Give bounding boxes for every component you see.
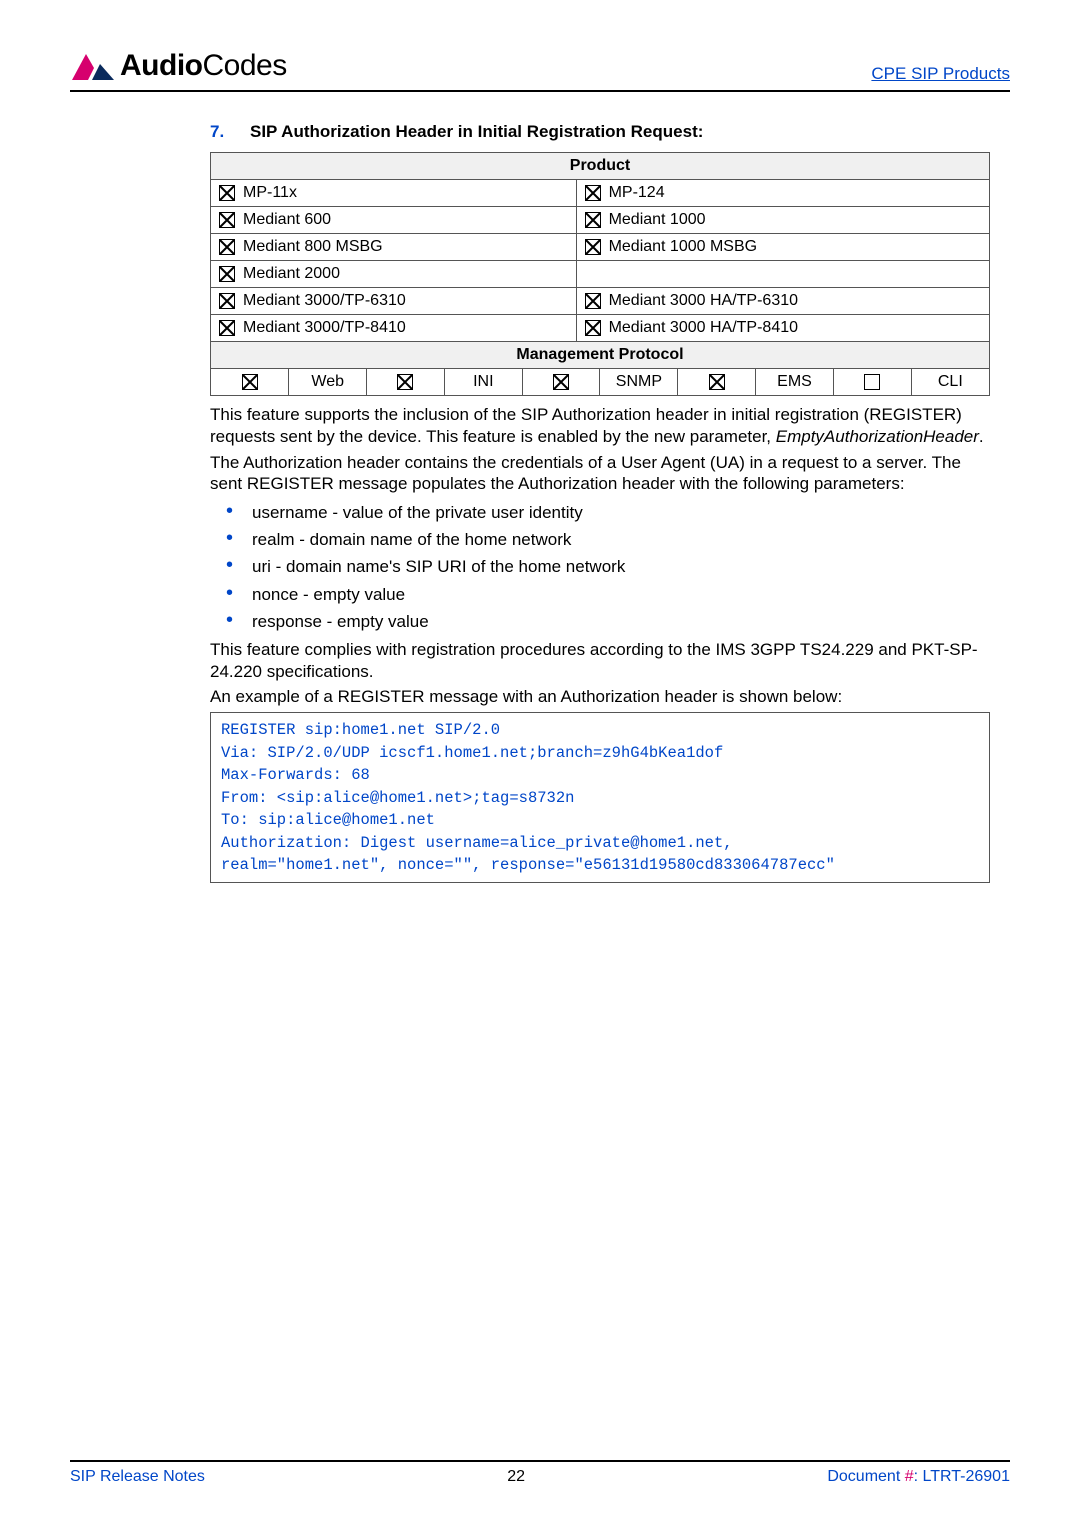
section-title: SIP Authorization Header in Initial Regi… bbox=[250, 122, 703, 142]
mgmt-label: CLI bbox=[911, 369, 989, 395]
paragraph: The Authorization header contains the cr… bbox=[210, 452, 990, 496]
checkbox-icon bbox=[585, 320, 601, 336]
checkbox-icon bbox=[242, 374, 258, 390]
list-item: username - value of the private user ide… bbox=[210, 499, 990, 526]
product-label: Mediant 600 bbox=[243, 211, 331, 228]
page-footer: SIP Release Notes 22 Document #: LTRT-26… bbox=[70, 1460, 1010, 1486]
product-label: Mediant 3000 HA/TP-8410 bbox=[609, 319, 798, 336]
brand-text: AudioCodes bbox=[120, 49, 287, 83]
checkbox-icon bbox=[585, 185, 601, 201]
mgmt-label: SNMP bbox=[600, 369, 678, 395]
product-label: Mediant 2000 bbox=[243, 265, 340, 282]
product-label: Mediant 3000/TP-8410 bbox=[243, 319, 406, 336]
list-item: response - empty value bbox=[210, 608, 990, 635]
footer-right: Document #: LTRT-26901 bbox=[827, 1468, 1010, 1486]
product-label: Mediant 1000 MSBG bbox=[609, 238, 758, 255]
footer-divider bbox=[70, 1460, 1010, 1462]
mgmt-label: EMS bbox=[756, 369, 834, 395]
checkbox-icon bbox=[709, 374, 725, 390]
checkbox-icon bbox=[585, 293, 601, 309]
product-label: Mediant 1000 bbox=[609, 211, 706, 228]
brand-logo: AudioCodes bbox=[70, 48, 287, 84]
list-item: nonce - empty value bbox=[210, 581, 990, 608]
page-header: AudioCodes CPE SIP Products bbox=[70, 48, 1010, 88]
checkbox-icon bbox=[219, 293, 235, 309]
description-block: This feature supports the inclusion of t… bbox=[210, 404, 990, 708]
product-table-header: Product bbox=[211, 153, 990, 180]
product-label: Mediant 800 MSBG bbox=[243, 238, 383, 255]
checkbox-icon bbox=[219, 212, 235, 228]
checkbox-icon bbox=[219, 239, 235, 255]
checkbox-icon bbox=[219, 320, 235, 336]
logo-icon bbox=[70, 48, 116, 84]
mgmt-label: Web bbox=[289, 369, 367, 395]
product-label: Mediant 3000 HA/TP-6310 bbox=[609, 292, 798, 309]
checkbox-icon bbox=[864, 374, 880, 390]
mgmt-label: INI bbox=[444, 369, 522, 395]
section-heading: 7. SIP Authorization Header in Initial R… bbox=[210, 122, 990, 142]
product-label: MP-124 bbox=[609, 184, 665, 201]
header-divider bbox=[70, 90, 1010, 92]
bullet-list: username - value of the private user ide… bbox=[210, 499, 990, 635]
product-table: Product MP-11x MP-124 Mediant 600 Median… bbox=[210, 152, 990, 396]
list-item: realm - domain name of the home network bbox=[210, 526, 990, 553]
checkbox-icon bbox=[553, 374, 569, 390]
checkbox-icon bbox=[585, 212, 601, 228]
footer-page-number: 22 bbox=[507, 1468, 525, 1486]
checkbox-icon bbox=[397, 374, 413, 390]
header-link[interactable]: CPE SIP Products bbox=[871, 64, 1010, 84]
product-label: MP-11x bbox=[243, 184, 297, 201]
checkbox-icon bbox=[585, 239, 601, 255]
checkbox-icon bbox=[219, 185, 235, 201]
paragraph: This feature supports the inclusion of t… bbox=[210, 404, 990, 448]
paragraph: This feature complies with registration … bbox=[210, 639, 990, 683]
section-number: 7. bbox=[210, 122, 232, 142]
code-block: REGISTER sip:home1.net SIP/2.0 Via: SIP/… bbox=[210, 712, 990, 883]
footer-left: SIP Release Notes bbox=[70, 1468, 205, 1486]
product-label: Mediant 3000/TP-6310 bbox=[243, 292, 406, 309]
checkbox-icon bbox=[219, 266, 235, 282]
mgmt-protocol-header: Management Protocol bbox=[211, 342, 990, 369]
paragraph: An example of a REGISTER message with an… bbox=[210, 686, 990, 708]
list-item: uri - domain name's SIP URI of the home … bbox=[210, 553, 990, 580]
